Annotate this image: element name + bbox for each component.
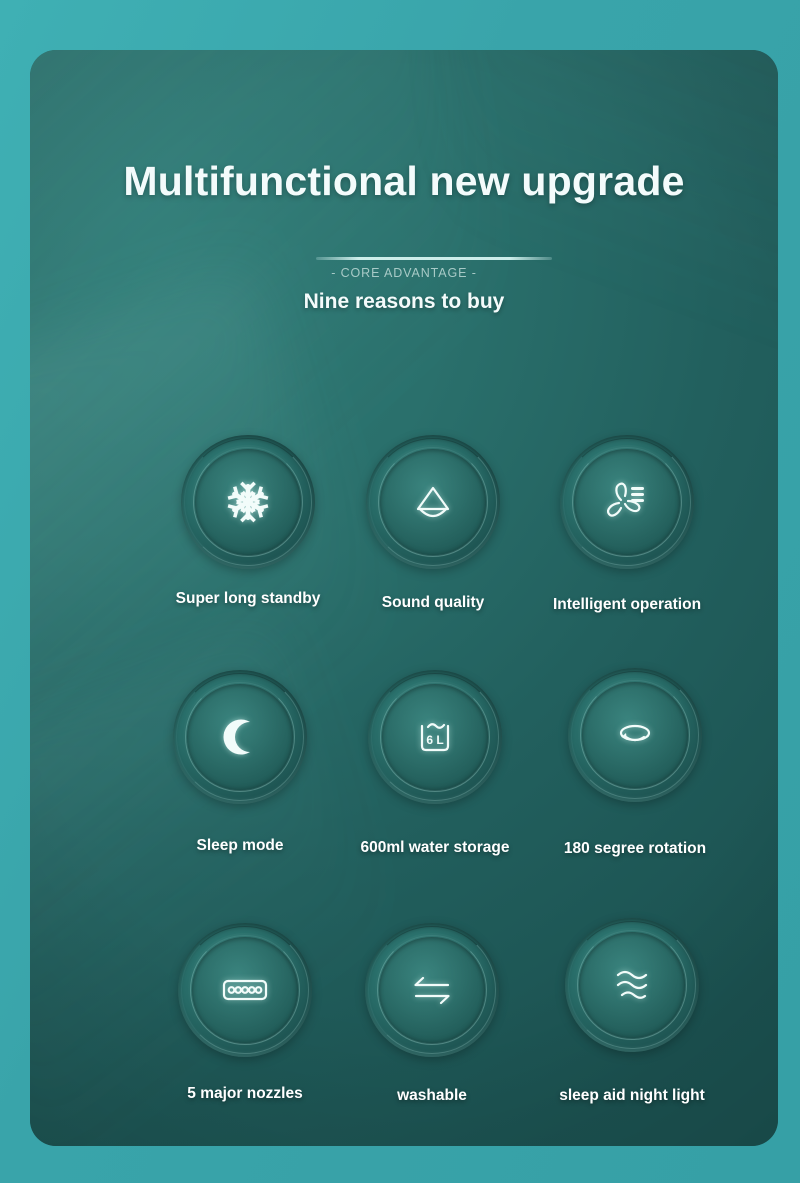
feature-label-1: Super long standby [175,590,321,607]
dial-ring-2 [579,932,685,1038]
title-divider-rule [316,257,552,260]
feature-dial-2[interactable] [366,435,500,569]
feature-label-3: Intelligent operation [552,596,702,613]
snowflake-icon [220,474,276,530]
fan-blades-icon [599,474,655,530]
panel-content: Multifunctional new upgrade - CORE ADVAN… [30,50,778,1146]
dial-ring-2 [195,449,301,555]
feature-dial-8[interactable] [365,923,499,1057]
svg-text:6 L: 6 L [426,733,443,747]
water-droplet-icon [405,474,461,530]
dial-ring-3 [380,682,490,792]
dial-ring-3 [193,447,303,557]
dial-ring-4 [376,445,490,559]
feature-item-2[interactable]: Sound quality [333,435,533,611]
dial-ring-2 [582,682,688,788]
dial-ring-2 [187,684,293,790]
feature-dial-9[interactable] [565,918,699,1052]
dial-ring-2 [382,684,488,790]
feature-item-8[interactable]: washable [332,923,532,1104]
feature-label-6: 180 segree rotation [563,840,707,857]
feature-label-4: Sleep mode [196,837,284,854]
dial-ring-3 [572,447,682,557]
feature-dial-6[interactable] [568,668,702,802]
dial-ring-4 [578,678,692,792]
feature-label-5: 600ml water storage [360,839,510,856]
feature-dial-4[interactable] [173,670,307,804]
feature-label-2: Sound quality [381,594,485,611]
feature-item-4[interactable]: Sleep mode [140,670,340,854]
dial-ring-4 [183,680,297,794]
dial-ring-3 [577,930,687,1040]
feature-dial-3[interactable] [560,435,694,569]
dial-ring-2 [379,937,485,1043]
crescent-moon-stars-icon [212,709,268,765]
page-title: Multifunctional new upgrade [123,158,685,204]
dial-ring-4 [188,933,302,1047]
rotation-ellipse-icon [607,707,663,763]
dial-ring-2 [380,449,486,555]
feature-item-1[interactable]: Super long standby [148,435,348,607]
feature-item-7[interactable]: 5 major nozzles [145,923,345,1102]
dial-ring-4 [575,928,689,1042]
feature-dial-7[interactable] [178,923,312,1057]
page-subtitle: Nine reasons to buy [303,290,505,313]
feature-label-9: sleep aid night light [559,1087,705,1104]
feature-dial-1[interactable] [181,435,315,569]
feature-panel: Multifunctional new upgrade - CORE ADVAN… [30,50,778,1146]
dial-ring-4 [570,445,684,559]
dial-ring-4 [378,680,492,794]
dial-ring-2 [574,449,680,555]
two-way-arrows-icon [404,962,460,1018]
dial-ring-3 [378,447,488,557]
promo-banner: Multifunctional new upgrade - CORE ADVAN… [0,0,800,1183]
feature-label-8: washable [397,1087,467,1104]
dial-ring-4 [191,445,305,559]
dial-ring-3 [580,680,690,790]
dial-ring-4 [375,933,489,1047]
dial-ring-3 [190,935,300,1045]
dial-ring-3 [377,935,487,1045]
feature-label-7: 5 major nozzles [187,1085,303,1102]
feature-dial-5[interactable]: 6 L [368,670,502,804]
dial-ring-2 [192,937,298,1043]
feature-item-6[interactable]: 180 segree rotation [535,668,735,857]
eyebrow-text: - CORE ADVANTAGE - [331,266,477,280]
water-tank-6l-icon: 6 L [407,709,463,765]
feature-item-9[interactable]: sleep aid night light [532,918,732,1104]
wavy-lines-icon [604,957,660,1013]
feature-item-5[interactable]: 6 L 600ml water storage [335,670,535,856]
dial-ring-3 [185,682,295,792]
feature-item-3[interactable]: Intelligent operation [527,435,727,613]
five-nozzles-icon [217,962,273,1018]
